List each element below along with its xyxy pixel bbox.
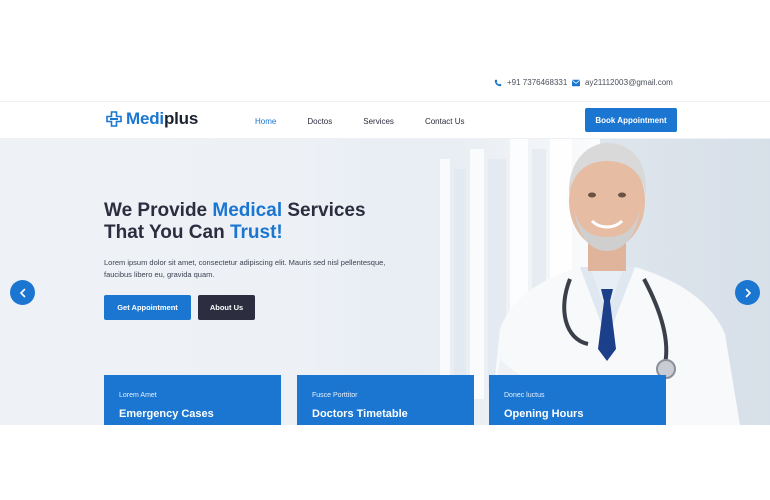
hero-title: We Provide Medical Services That You Can… xyxy=(104,200,366,243)
phone-icon xyxy=(494,79,502,86)
slider-prev-button[interactable] xyxy=(10,280,35,305)
book-appointment-button[interactable]: Book Appointment xyxy=(585,108,677,132)
hero-slider: We Provide Medical Services That You Can… xyxy=(0,139,770,425)
card-subtitle: Lorem Amet xyxy=(119,392,157,399)
mail-icon xyxy=(572,79,580,86)
nav-item-contact[interactable]: Contact Us xyxy=(419,102,471,140)
card-subtitle: Donec luctus xyxy=(504,392,545,399)
logo[interactable]: Mediplus xyxy=(106,109,198,129)
card-subtitle: Fusce Porttitor xyxy=(312,392,358,399)
about-us-button[interactable]: About Us xyxy=(198,295,255,320)
feature-card-hours[interactable]: Donec luctus Opening Hours xyxy=(489,375,666,425)
slider-next-button[interactable] xyxy=(735,280,760,305)
chevron-left-icon xyxy=(19,288,25,297)
main-navbar: Mediplus Home Doctos Services Contact Us… xyxy=(0,101,770,141)
feature-card-timetable[interactable]: Fusce Porttitor Doctors Timetable xyxy=(297,375,474,425)
nav-item-doctors[interactable]: Doctos xyxy=(301,102,338,140)
card-title: Doctors Timetable xyxy=(312,408,408,420)
logo-cross-icon xyxy=(106,111,122,127)
contact-phone-text: +91 7376468331 xyxy=(507,78,568,87)
nav-item-services[interactable]: Services xyxy=(357,102,400,140)
contact-phone[interactable]: +91 7376468331 xyxy=(494,78,567,87)
contact-email[interactable]: ay2111200З@gmail.com xyxy=(572,78,673,87)
get-appointment-button[interactable]: Get Appointment xyxy=(104,295,191,320)
hero-description: Lorem ipsum dolor sit amet, consectetur … xyxy=(104,258,386,279)
card-title: Emergency Cases xyxy=(119,408,214,420)
logo-text: Mediplus xyxy=(126,109,199,128)
chevron-right-icon xyxy=(745,288,751,297)
top-contact-bar: +91 7376468331 ay2111200З@gmail.com xyxy=(0,78,770,98)
contact-email-text: ay2111200З@gmail.com xyxy=(585,78,673,87)
nav-menu: Home Doctos Services Contact Us xyxy=(249,102,490,141)
feature-card-emergency[interactable]: Lorem Amet Emergency Cases xyxy=(104,375,281,425)
card-title: Opening Hours xyxy=(504,408,584,420)
nav-item-home[interactable]: Home xyxy=(249,102,283,141)
